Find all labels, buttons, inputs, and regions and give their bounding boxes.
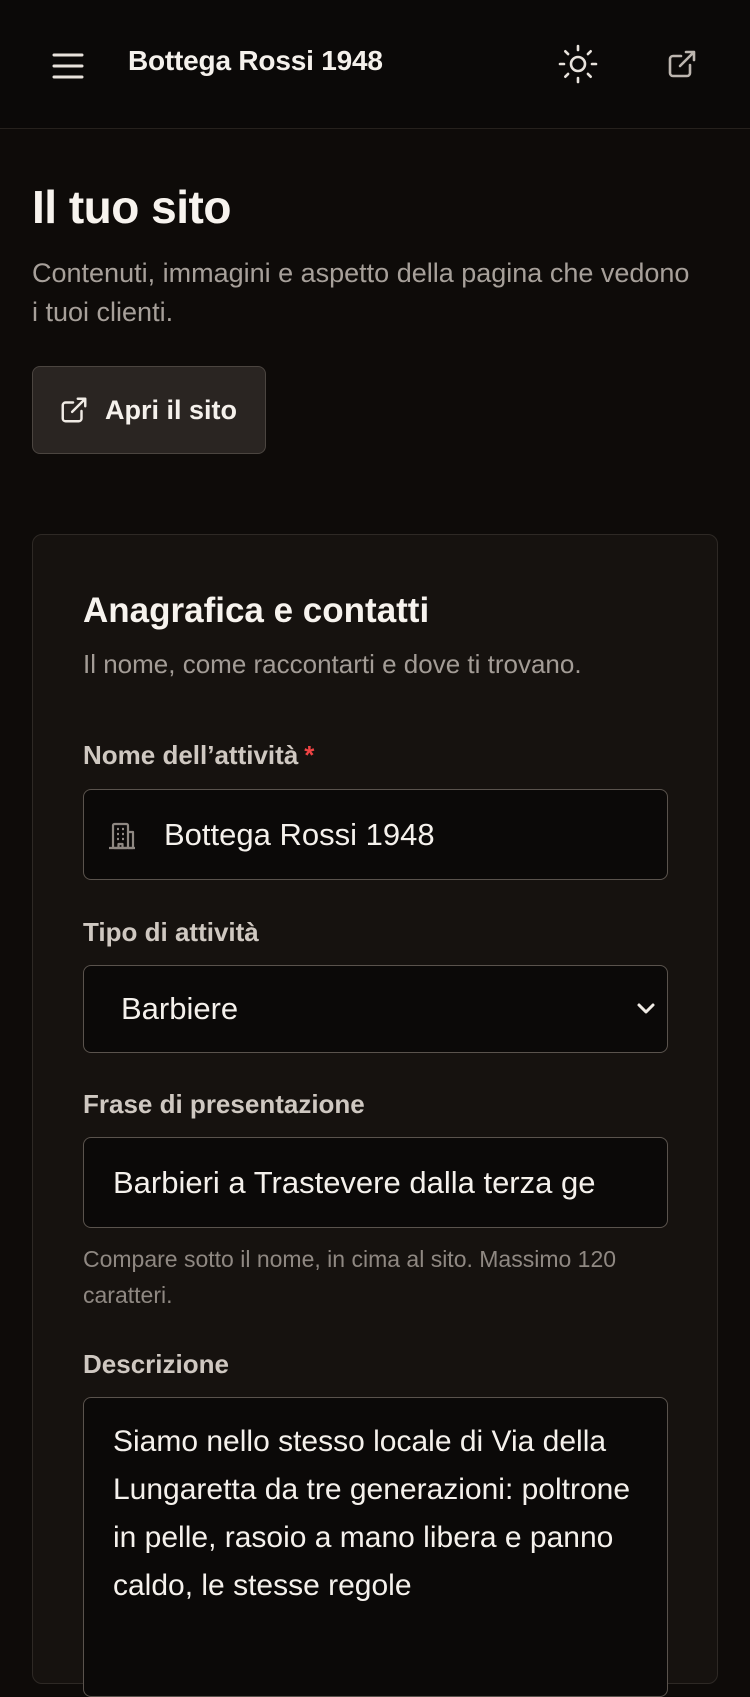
card-subtitle: Il nome, come raccontarti e dove ti trov… (83, 649, 582, 679)
business-name-label-text: Nome dell’attività (83, 740, 299, 770)
open-site-label: Apri il sito (105, 394, 238, 425)
business-name-input[interactable]: Bottega Rossi 1948 (83, 789, 668, 880)
contact-card: Anagrafica e contatti Il nome, come racc… (32, 534, 718, 1697)
business-type-label: Tipo di attività (83, 917, 259, 947)
description-label: Descrizione (83, 1349, 229, 1379)
tagline-value: Barbieri a Trastevere dalla terza ge (113, 1165, 596, 1200)
sun-icon (558, 44, 598, 84)
business-name-label: Nome dell’attività * (83, 740, 314, 771)
brand-name: Bottega Rossi 1948 (128, 45, 383, 76)
top-bar: Bottega Rossi 1948 (0, 0, 750, 129)
open-site-button[interactable]: Apri il sito (32, 366, 266, 454)
card-title: Anagrafica e contatti (83, 591, 430, 630)
tagline-input[interactable]: Barbieri a Trastevere dalla terza ge (83, 1137, 668, 1228)
theme-toggle-button[interactable] (554, 40, 602, 88)
menu-button[interactable] (44, 42, 92, 90)
building-icon (109, 822, 135, 850)
chevron-down-icon (637, 1003, 655, 1014)
tagline-label: Frase di presentazione (83, 1089, 365, 1119)
page-subtitle: Contenuti, immagini e aspetto della pagi… (32, 258, 690, 327)
page-title: Il tuo sito (32, 181, 231, 233)
business-name-value: Bottega Rossi 1948 (164, 817, 435, 852)
required-mark: * (304, 740, 315, 770)
external-link-icon (668, 50, 696, 78)
open-site-top-button[interactable] (658, 40, 706, 88)
business-type-value: Barbiere (121, 991, 239, 1026)
hamburger-menu-icon (52, 53, 84, 79)
external-link-icon (61, 397, 87, 423)
description-value: Siamo nello stesso locale di Via della L… (113, 1425, 631, 1602)
description-textarea[interactable]: Siamo nello stesso locale di Via della L… (83, 1397, 668, 1697)
business-type-select[interactable]: Barbiere (83, 965, 668, 1053)
tagline-help-text: Compare sotto il nome, in cima al sito. … (83, 1246, 617, 1308)
